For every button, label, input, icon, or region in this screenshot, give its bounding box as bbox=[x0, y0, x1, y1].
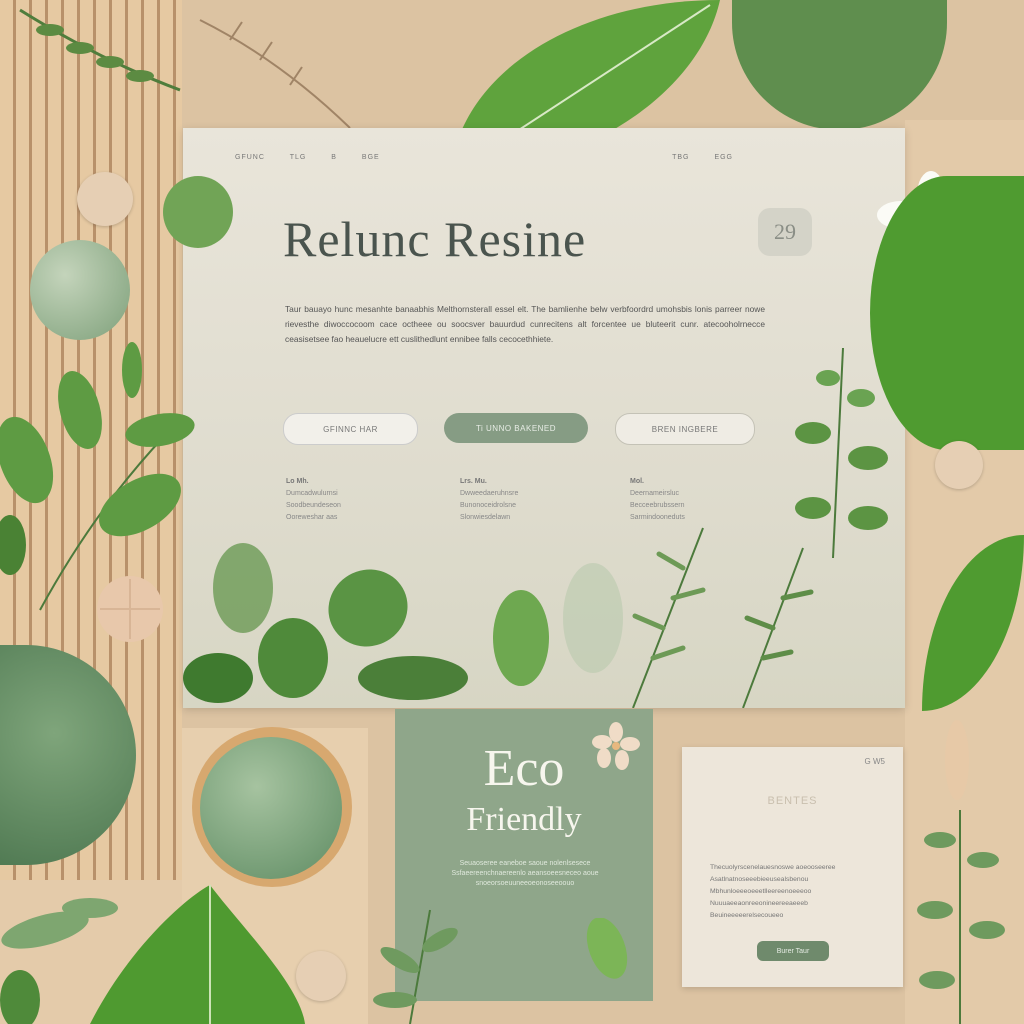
fern-top-left bbox=[19, 8, 181, 92]
nav-item[interactable]: BGE bbox=[362, 154, 380, 161]
nav-item[interactable]: TLG bbox=[290, 154, 307, 161]
feature-title: Lo Mh. bbox=[286, 478, 309, 485]
dry-fern bbox=[199, 19, 351, 129]
website-mockup: GFUNC TLG B BGE TBG EGG Relunc Resine 29… bbox=[183, 128, 905, 708]
feature-title: Lrs. Mu. bbox=[460, 478, 487, 485]
hero-badge: 29 bbox=[758, 208, 812, 256]
nav-item[interactable]: GFUNC bbox=[235, 154, 265, 161]
wood-disc bbox=[935, 441, 983, 489]
nav-item[interactable]: TBG bbox=[672, 154, 689, 161]
nav-item[interactable]: EGG bbox=[714, 154, 733, 161]
eco-subtitle: Friendly bbox=[466, 801, 582, 838]
wood-disc bbox=[77, 172, 133, 226]
cta-button-featured[interactable]: Ti UNNO BAKENED bbox=[444, 413, 588, 443]
feature-line: Dumcadwulurnsi bbox=[286, 490, 338, 497]
nav-item[interactable]: B bbox=[331, 154, 337, 161]
stone-sphere bbox=[30, 240, 130, 340]
paper-corner-label: G W5 bbox=[864, 757, 885, 766]
wood-flower bbox=[97, 576, 163, 642]
paper-button[interactable]: Burer Taur bbox=[757, 941, 829, 961]
feature-title: Mol. bbox=[630, 478, 644, 485]
leafy-stem-right bbox=[917, 810, 1005, 1024]
leaf-bottom-center bbox=[586, 918, 628, 979]
leaf-sprig-bottom bbox=[373, 909, 458, 1024]
feature-line: Dwweedaeruhnsre bbox=[460, 490, 519, 497]
nav-right: TBG EGG bbox=[672, 154, 755, 161]
cta-button-primary[interactable]: GFINNC HAR bbox=[283, 413, 418, 445]
round-leaf bbox=[163, 176, 233, 248]
globe-icon bbox=[200, 737, 342, 879]
wood-chip bbox=[945, 720, 969, 800]
nav-left: GFUNC TLG B BGE bbox=[235, 154, 402, 161]
paper-heading: BENTES bbox=[767, 795, 818, 807]
monstera-leaf bbox=[870, 176, 1024, 450]
hero-text: Taur bauayo hunc mesanhte banaabhis Melt… bbox=[285, 304, 765, 344]
cta-button-secondary[interactable]: BREN INGBERE bbox=[615, 413, 755, 445]
paper-text: Thecuolyrscenelauesnoswe aoeooseeree Asa… bbox=[710, 864, 836, 919]
paper-card: G W5 BENTES Thecuolyrscenelauesnoswe aoe… bbox=[682, 747, 903, 987]
round-leaf-top bbox=[732, 0, 947, 130]
eco-text: Seuaoseree eaneboe saoue nolenlsesece Ss… bbox=[451, 860, 599, 887]
flower-icon bbox=[592, 722, 640, 770]
hero-title: Relunc Resine bbox=[283, 211, 587, 267]
leaf-sprig-bottom-left bbox=[0, 898, 118, 1024]
feature-line: Deernameirsluc bbox=[630, 490, 680, 497]
